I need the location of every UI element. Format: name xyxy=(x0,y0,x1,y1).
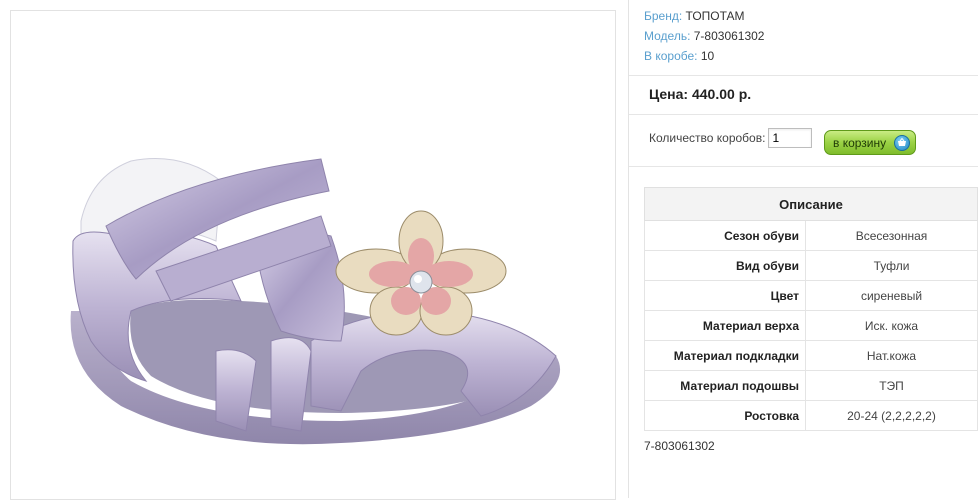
price: Цена: 440.00 р. xyxy=(649,86,751,102)
table-row: Вид обуви Туфли xyxy=(644,250,978,281)
price-value: 440.00 р. xyxy=(691,86,752,102)
spec-value: Иск. кожа xyxy=(805,310,978,341)
divider xyxy=(629,166,978,167)
model-value: 7-803061302 xyxy=(693,29,765,43)
cart-icon xyxy=(894,135,910,151)
spec-value: Всесезонная xyxy=(805,220,978,251)
quantity-row: Количество коробов: xyxy=(649,128,813,148)
add-to-cart-button[interactable]: в корзину xyxy=(824,130,916,155)
quantity-label: Количество коробов: xyxy=(649,131,766,145)
quantity-input[interactable] xyxy=(768,128,813,148)
divider xyxy=(629,114,978,115)
spec-value: Туфли xyxy=(805,250,978,281)
table-row: Ростовка 20-24 (2,2,2,2,2) xyxy=(644,400,978,431)
table-row: Материал подкладки Нат.кожа xyxy=(644,340,978,371)
spec-key: Цвет xyxy=(644,280,806,311)
brand-value: ТОПОТАМ xyxy=(685,9,745,23)
spec-key: Материал подкладки xyxy=(644,340,806,371)
brand-label: Бренд: xyxy=(644,9,683,23)
divider xyxy=(629,75,978,76)
spec-value: сиреневый xyxy=(805,280,978,311)
spec-key: Ростовка xyxy=(644,400,806,431)
price-label: Цена: xyxy=(649,86,689,102)
description-header: Описание xyxy=(644,187,978,221)
table-row: Сезон обуви Всесезонная xyxy=(644,220,978,251)
box-qty-value: 10 xyxy=(700,49,715,63)
spec-value: ТЭП xyxy=(805,370,978,401)
model-row: Модель: 7-803061302 xyxy=(644,26,764,46)
spec-key: Вид обуви xyxy=(644,250,806,281)
spec-value: 20-24 (2,2,2,2,2) xyxy=(805,400,978,431)
model-label: Модель: xyxy=(644,29,691,43)
description-table: Описание Сезон обуви Всесезонная Вид обув… xyxy=(644,187,978,431)
sandal-illustration xyxy=(70,158,561,445)
spec-value: Нат.кожа xyxy=(805,340,978,371)
add-to-cart-label: в корзину xyxy=(833,135,887,150)
spec-key: Материал подошвы xyxy=(644,370,806,401)
table-row: Материал подошвы ТЭП xyxy=(644,370,978,401)
product-meta: Бренд: ТОПОТАМ Модель: 7-803061302 В кор… xyxy=(644,6,764,66)
footer-sku: 7-803061302 xyxy=(644,439,715,453)
table-row: Материал верха Иск. кожа xyxy=(644,310,978,341)
product-image[interactable] xyxy=(10,10,616,500)
spec-key: Материал верха xyxy=(644,310,806,341)
spec-key: Сезон обуви xyxy=(644,220,806,251)
box-qty-label: В коробе: xyxy=(644,49,698,63)
box-qty-row: В коробе: 10 xyxy=(644,46,764,66)
table-row: Цвет сиреневый xyxy=(644,280,978,311)
brand-row: Бренд: ТОПОТАМ xyxy=(644,6,764,26)
